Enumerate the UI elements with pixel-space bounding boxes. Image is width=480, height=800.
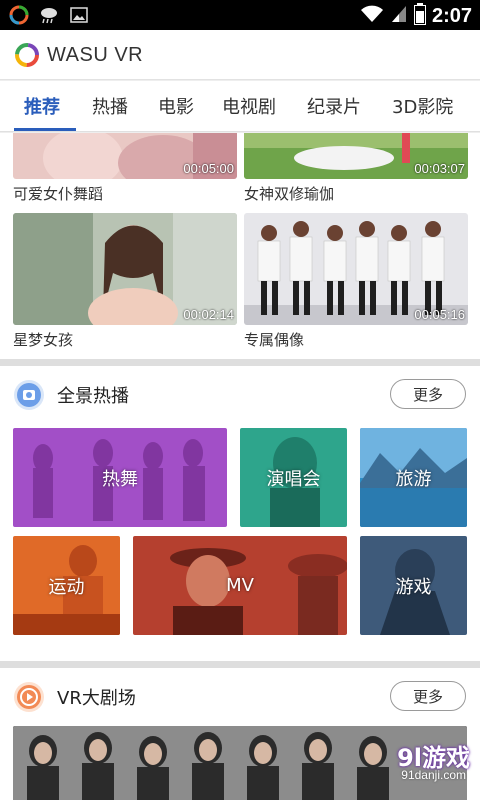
clock: 2:07 xyxy=(431,4,472,27)
video-card[interactable]: 00:05:00 可爱女仆舞蹈 xyxy=(13,133,237,204)
video-title: 专属偶像 xyxy=(244,331,305,349)
tile-dance[interactable]: 热舞 xyxy=(13,428,227,527)
signal-icon xyxy=(390,4,408,28)
video-title: 可爱女仆舞蹈 xyxy=(13,185,104,203)
panorama-section: 全景热播 更多 热舞 演唱会 旅游 运动 MV 游戏 xyxy=(0,366,480,661)
panorama-icon xyxy=(14,380,44,410)
tile-mv[interactable]: MV xyxy=(133,536,347,635)
section-divider xyxy=(0,359,480,366)
tile-label: 游戏 xyxy=(395,576,432,598)
tile-label: MV xyxy=(226,575,254,596)
more-button[interactable]: 更多 xyxy=(390,681,466,711)
tile-label: 旅游 xyxy=(395,468,432,490)
status-bar: 2:07 xyxy=(0,0,480,30)
site-watermark: 9l游戏 91danji.com xyxy=(350,738,470,786)
video-thumbnail: 00:05:00 xyxy=(13,133,237,179)
video-duration: 00:05:00 xyxy=(183,161,234,176)
tab-documentary[interactable]: 纪录片 xyxy=(307,93,361,119)
image-icon xyxy=(68,4,90,26)
video-card[interactable]: 00:02:14 星梦女孩 xyxy=(13,213,237,350)
tile-label: 演唱会 xyxy=(266,468,321,490)
video-duration: 00:05:16 xyxy=(414,307,465,322)
content-scroll[interactable]: 00:05:00 可爱女仆舞蹈 00:03:07 女神双修瑜伽 00:02:14… xyxy=(0,133,480,800)
tile-travel[interactable]: 旅游 xyxy=(360,428,467,527)
tab-movies[interactable]: 电影 xyxy=(158,93,194,119)
tile-label: 运动 xyxy=(48,576,85,598)
video-duration: 00:03:07 xyxy=(414,161,465,176)
wasu-logo-icon xyxy=(14,42,40,68)
tile-label: 热舞 xyxy=(102,468,138,490)
section-header: VR大剧场 更多 xyxy=(0,668,480,724)
app-header: WASU VR xyxy=(0,30,480,80)
watermark-url: 91danji.com xyxy=(401,768,466,782)
tile-sport[interactable]: 运动 xyxy=(13,536,120,635)
tab-hot[interactable]: 热播 xyxy=(92,93,128,119)
tab-tv-series[interactable]: 电视剧 xyxy=(222,93,276,119)
section-title: 全景热播 xyxy=(57,386,129,407)
wifi-icon xyxy=(360,4,384,28)
video-title: 星梦女孩 xyxy=(13,331,74,349)
video-duration: 00:02:14 xyxy=(183,307,234,322)
battery-icon xyxy=(413,3,426,29)
active-tab-indicator xyxy=(14,128,76,131)
section-divider xyxy=(0,661,480,668)
video-thumbnail: 00:05:16 xyxy=(244,213,468,325)
video-thumbnail: 00:03:07 xyxy=(244,133,468,179)
video-title: 女神双修瑜伽 xyxy=(244,185,335,203)
category-tabs: 推荐 热播 电影 电视剧 纪录片 3D影院 xyxy=(0,81,480,132)
more-button[interactable]: 更多 xyxy=(390,379,466,409)
tile-game[interactable]: 游戏 xyxy=(360,536,467,635)
play-circle-icon xyxy=(14,682,44,712)
video-card[interactable]: 00:03:07 女神双修瑜伽 xyxy=(244,133,468,204)
tile-concert[interactable]: 演唱会 xyxy=(240,428,347,527)
video-card[interactable]: 00:05:16 专属偶像 xyxy=(244,213,468,350)
section-header: 全景热播 更多 xyxy=(0,366,480,422)
app-brand: WASU VR xyxy=(47,44,144,66)
tab-recommend[interactable]: 推荐 xyxy=(24,93,60,119)
video-thumbnail: 00:02:14 xyxy=(13,213,237,325)
app-icon xyxy=(8,4,30,26)
video-grid: 00:05:00 可爱女仆舞蹈 00:03:07 女神双修瑜伽 00:02:14… xyxy=(0,133,480,359)
section-title: VR大剧场 xyxy=(57,688,136,709)
tab-3d-cinema[interactable]: 3D影院 xyxy=(392,93,453,119)
weather-cloud-icon xyxy=(38,4,60,26)
